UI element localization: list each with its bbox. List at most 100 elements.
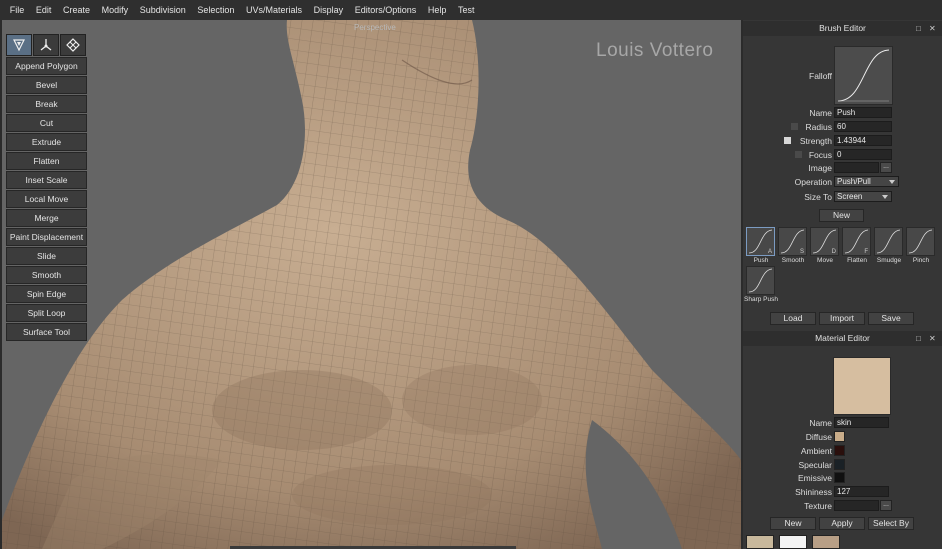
focus-checkbox[interactable]	[795, 151, 802, 158]
menu-item-file[interactable]: File	[4, 0, 30, 20]
transform-tool-icon[interactable]	[33, 34, 59, 56]
tool-break-button[interactable]: Break	[6, 95, 87, 113]
image-browse-button[interactable]: ...	[880, 162, 892, 173]
chevron-down-icon	[882, 195, 888, 199]
save-button[interactable]: Save	[868, 312, 914, 325]
tool-bevel-button[interactable]: Bevel	[6, 76, 87, 94]
emissive-label: Emissive	[797, 473, 832, 483]
radius-checkbox[interactable]	[791, 123, 798, 130]
material-editor-title: Material Editor	[815, 333, 870, 343]
operation-dropdown[interactable]: Push/Pull	[834, 176, 899, 187]
brush-preset-label: Flatten	[847, 257, 867, 264]
size-to-label: Size To	[804, 192, 832, 202]
tool-slide-button[interactable]: Slide	[6, 247, 87, 265]
tool-flatten-button[interactable]: Flatten	[6, 152, 87, 170]
menu-item-help[interactable]: Help	[422, 0, 452, 20]
brush-hotkey: S	[799, 249, 804, 255]
close-icon[interactable]: ✕	[929, 331, 936, 346]
menu-item-test[interactable]: Test	[452, 0, 480, 20]
tool-mode-icons	[6, 34, 86, 56]
shininess-row: Shininess 127	[743, 486, 942, 498]
new-material-button[interactable]: New	[770, 517, 816, 530]
texture-field[interactable]	[834, 500, 879, 511]
strength-row: Strength 1.43944	[743, 135, 942, 147]
tool-extrude-button[interactable]: Extrude	[6, 133, 87, 151]
brush-preset-pinch[interactable]	[906, 227, 935, 256]
material-name-field[interactable]: skin	[834, 417, 889, 428]
brush-name-label: Name	[809, 108, 832, 118]
specular-row: Specular	[743, 459, 942, 471]
diffuse-color-swatch[interactable]	[834, 431, 845, 442]
operation-value: Push/Pull	[837, 177, 871, 186]
right-panel: Brush Editor □ ✕ Falloff Name Push Radiu…	[743, 20, 942, 549]
menu-item-display[interactable]: Display	[308, 0, 349, 20]
tool-surface-tool-button[interactable]: Surface Tool	[6, 323, 87, 341]
brush-preset-sharp-push[interactable]	[746, 266, 775, 295]
new-brush-button[interactable]: New	[819, 209, 864, 222]
falloff-curve[interactable]	[834, 46, 893, 105]
image-label: Image	[808, 163, 832, 173]
material-thumbnail[interactable]	[746, 535, 774, 549]
material-thumbnail[interactable]	[812, 535, 840, 549]
strength-checkbox[interactable]	[784, 137, 791, 144]
brush-name-field[interactable]: Push	[834, 107, 892, 118]
menu-item-selection[interactable]: Selection	[192, 0, 241, 20]
menu-item-create[interactable]: Create	[57, 0, 96, 20]
tool-local-move-button[interactable]: Local Move	[6, 190, 87, 208]
shininess-field[interactable]: 127	[834, 486, 889, 497]
operation-row: Operation Push/Pull	[743, 176, 942, 188]
brush-preset-flatten[interactable]: F	[842, 227, 871, 256]
strength-field[interactable]: 1.43944	[834, 135, 892, 146]
material-thumbnail[interactable]	[779, 535, 807, 549]
brush-preset-label: Move	[817, 257, 833, 264]
apply-material-button[interactable]: Apply	[819, 517, 865, 530]
menu-item-editors-options[interactable]: Editors/Options	[349, 0, 422, 20]
tool-append-polygon-button[interactable]: Append Polygon	[6, 57, 87, 75]
material-editor-header: Material Editor □ ✕	[743, 331, 942, 346]
tool-cut-button[interactable]: Cut	[6, 114, 87, 132]
select-by-button[interactable]: Select By	[868, 517, 914, 530]
brush-preset-label: Sharp Push	[744, 296, 778, 303]
artist-watermark: Louis Vottero	[596, 40, 714, 61]
brush-preset-push[interactable]: A	[746, 227, 775, 256]
3d-viewport[interactable]: Perspective Louis Vottero Append Polygon…	[2, 20, 741, 549]
radius-field[interactable]: 60	[834, 121, 892, 132]
brush-name-row: Name Push	[743, 107, 942, 119]
tool-inset-scale-button[interactable]: Inset Scale	[6, 171, 87, 189]
brush-tool-icon[interactable]	[6, 34, 32, 56]
size-to-dropdown[interactable]: Screen	[834, 191, 892, 202]
ambient-color-swatch[interactable]	[834, 445, 845, 456]
image-field[interactable]	[834, 162, 879, 173]
maximize-icon[interactable]: □	[916, 21, 921, 36]
maximize-icon[interactable]: □	[916, 331, 921, 346]
diffuse-row: Diffuse	[743, 431, 942, 443]
load-button[interactable]: Load	[770, 312, 816, 325]
menu-item-uvs-materials[interactable]: UVs/Materials	[240, 0, 308, 20]
import-button[interactable]: Import	[819, 312, 865, 325]
mesh-tool-icon[interactable]	[60, 34, 86, 56]
brush-preset-smudge[interactable]	[874, 227, 903, 256]
close-icon[interactable]: ✕	[929, 21, 936, 36]
focus-field[interactable]: 0	[834, 149, 892, 160]
tool-paint-displacement-button[interactable]: Paint Displacement	[6, 228, 87, 246]
tool-list: Append Polygon Bevel Break Cut Extrude Flatte…	[6, 57, 87, 342]
shininess-label: Shininess	[795, 487, 832, 497]
tool-smooth-button[interactable]: Smooth	[6, 266, 87, 284]
specular-color-swatch[interactable]	[834, 459, 845, 470]
menu-item-edit[interactable]: Edit	[30, 0, 57, 20]
texture-browse-button[interactable]: ...	[880, 500, 892, 511]
tool-spin-edge-button[interactable]: Spin Edge	[6, 285, 87, 303]
menu-item-subdivision[interactable]: Subdivision	[134, 0, 192, 20]
menu-item-modify[interactable]: Modify	[96, 0, 134, 20]
brush-preset-label: Smooth	[781, 257, 805, 264]
tool-split-loop-button[interactable]: Split Loop	[6, 304, 87, 322]
material-preview	[833, 357, 891, 415]
brush-preset-label: Smudge	[876, 257, 902, 264]
emissive-color-swatch[interactable]	[834, 472, 845, 483]
brush-preset-move[interactable]: D	[810, 227, 839, 256]
brush-preset-smooth[interactable]: S	[778, 227, 807, 256]
radius-row: Radius 60	[743, 121, 942, 133]
tool-merge-button[interactable]: Merge	[6, 209, 87, 227]
specular-label: Specular	[798, 460, 832, 470]
sculpt-model[interactable]	[2, 20, 741, 549]
